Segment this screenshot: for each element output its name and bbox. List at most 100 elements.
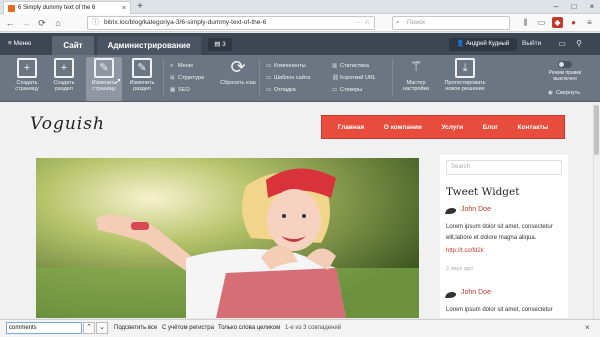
admin-menu-label: Меню bbox=[13, 40, 32, 47]
create-page-label: Создать страницу bbox=[15, 80, 39, 92]
page-add-icon: + bbox=[17, 58, 37, 78]
notifications-count: 3 bbox=[222, 41, 226, 48]
components-dropdown-label: Компоненты bbox=[274, 63, 306, 69]
home-icon[interactable]: ⌂ bbox=[52, 17, 64, 29]
edit-page-label: Изменить страницу bbox=[91, 80, 117, 92]
close-find-bar-icon[interactable]: × bbox=[585, 319, 590, 337]
settings-icon[interactable]: ▭ bbox=[555, 35, 569, 53]
toolbar-divider bbox=[163, 59, 164, 97]
user-button[interactable]: 👤 Андрей Кудный bbox=[449, 38, 517, 51]
create-page-button[interactable]: + Создать страницу bbox=[9, 57, 45, 101]
back-arrow-icon[interactable]: ← bbox=[4, 17, 16, 29]
match-case-toggle[interactable]: С учётом регистра bbox=[162, 319, 214, 337]
stickers-dropdown[interactable]: ▭ Стикеры bbox=[332, 85, 362, 95]
tab-administration[interactable]: Администрирование bbox=[97, 36, 201, 55]
find-input[interactable]: comments bbox=[6, 322, 82, 334]
info-icon[interactable]: ⓘ bbox=[92, 17, 99, 29]
chevron-down-icon: ⌄ bbox=[99, 324, 105, 331]
structure-icon: ⊞ bbox=[170, 75, 175, 81]
master-setup-label: Мастер настройки bbox=[402, 80, 430, 92]
edit-mode-label: Режим правки выключен bbox=[548, 70, 582, 82]
site-logo[interactable]: Voguish bbox=[30, 114, 105, 134]
reload-icon[interactable]: ⟳ bbox=[36, 17, 48, 29]
new-tab-button[interactable]: + bbox=[134, 1, 146, 13]
close-window-button[interactable]: × bbox=[584, 0, 600, 13]
tab-site[interactable]: Сайт bbox=[52, 36, 94, 55]
minimize-window-button[interactable]: – bbox=[548, 0, 564, 13]
debug-dropdown[interactable]: ▭ Отладка bbox=[266, 85, 296, 95]
addon-icon[interactable]: ● bbox=[568, 17, 579, 28]
find-previous-button[interactable]: ⌃ bbox=[83, 322, 95, 334]
nav-item-blog[interactable]: Блог bbox=[483, 124, 498, 131]
nav-item-about[interactable]: О компании bbox=[384, 124, 422, 131]
short-url-dropdown[interactable]: ⛓Короткий URL bbox=[332, 73, 376, 83]
edit-section-button[interactable]: ✎ Изменить раздел bbox=[124, 57, 160, 101]
statistics-dropdown[interactable]: ▥ Статистика bbox=[332, 61, 369, 71]
monitor-download-icon: ⤓ bbox=[455, 58, 475, 78]
chart-icon: ▥ bbox=[332, 63, 338, 69]
reset-cache-button[interactable]: ⟳ Сбросить кэш bbox=[220, 57, 256, 101]
components-dropdown[interactable]: ▭ Компоненты bbox=[266, 61, 306, 71]
hamburger-menu-icon[interactable]: ≡ bbox=[584, 17, 595, 28]
browser-tab-title: 6 Simply dummy text of the 6 bbox=[18, 5, 96, 11]
tweet-user[interactable]: John Doe bbox=[461, 289, 491, 296]
site-template-dropdown-label: Шаблон сайта bbox=[274, 75, 311, 81]
master-setup-button[interactable]: ⚚ Мастер настройки bbox=[396, 57, 436, 101]
tweet-date: 2 days ago bbox=[446, 266, 473, 272]
create-section-button[interactable]: + Создать раздел bbox=[46, 57, 82, 101]
user-name: Андрей Кудный bbox=[465, 41, 510, 47]
test-new-solution-button[interactable]: ⤓ Протестировать новое решение bbox=[442, 57, 488, 101]
browser-search-placeholder: Поиск bbox=[407, 19, 426, 26]
nav-item-contacts[interactable]: Контакты bbox=[518, 124, 549, 131]
site-main-nav: Главная О компании Услуги Блог Контакты bbox=[321, 115, 565, 139]
maximize-window-button[interactable]: □ bbox=[566, 0, 582, 13]
page-actions-icon[interactable]: ··· ☆ bbox=[356, 17, 370, 29]
seo-icon: ▦ bbox=[170, 87, 176, 93]
browser-search-input[interactable]: ⌕ Поиск bbox=[392, 16, 510, 30]
edit-mode-toggle[interactable] bbox=[558, 61, 572, 68]
page-edit-icon: ✎ bbox=[94, 58, 114, 78]
library-icon[interactable]: ⫼ bbox=[520, 17, 531, 28]
tweet-user[interactable]: John Doe bbox=[461, 206, 491, 213]
nav-item-services[interactable]: Услуги bbox=[441, 124, 463, 131]
refresh-icon: ⟳ bbox=[230, 57, 246, 77]
scrollbar-thumb[interactable] bbox=[594, 105, 599, 155]
folder-edit-icon: ✎ bbox=[132, 58, 152, 78]
collapse-button[interactable]: ◉ Свернуть bbox=[548, 88, 580, 98]
find-result-count: 1-е из 3 совпадений bbox=[285, 325, 342, 331]
toolbar-divider bbox=[259, 59, 260, 97]
menu-dropdown[interactable]: ≡ Меню bbox=[170, 61, 193, 71]
forward-arrow-icon[interactable]: → bbox=[20, 17, 32, 29]
pin-icon[interactable]: ⚲ bbox=[572, 35, 586, 53]
extension-icon[interactable]: ◆ bbox=[552, 17, 563, 28]
highlight-all-toggle[interactable]: Подсветить все bbox=[114, 319, 157, 337]
menu-list-icon: ≡ bbox=[170, 63, 174, 69]
sidebar-search-input[interactable]: Search bbox=[446, 160, 562, 175]
debug-icon: ▭ bbox=[266, 87, 272, 93]
find-next-button[interactable]: ⌄ bbox=[96, 322, 108, 334]
user-icon: 👤 bbox=[456, 41, 466, 47]
tweet-link[interactable]: http://t.co/fd2k bbox=[446, 248, 484, 254]
browser-nav-bar: ← → ⟳ ⌂ ⓘ bitrix.loc/blog/kategoriya-3/6… bbox=[0, 14, 600, 32]
whole-words-toggle[interactable]: Только слова целиком bbox=[218, 319, 280, 337]
edit-section-label: Изменить раздел bbox=[129, 80, 155, 92]
sticker-icon: ▭ bbox=[332, 87, 338, 93]
close-tab-icon[interactable]: × bbox=[122, 5, 126, 12]
tweet-text: Lorem ipsum dolor sit amet, consectetur … bbox=[446, 224, 553, 241]
admin-menu-button[interactable]: ≡ Меню bbox=[8, 33, 31, 55]
short-url-dropdown-label: Короткий URL bbox=[340, 75, 376, 81]
browser-tab[interactable]: 6 Simply dummy text of the 6 × bbox=[3, 1, 131, 14]
create-section-label: Создать раздел bbox=[53, 80, 75, 92]
notifications-button[interactable]: ▤ 3 bbox=[208, 38, 232, 51]
logout-link[interactable]: Выйти bbox=[522, 33, 541, 55]
structure-dropdown[interactable]: ⊞ Структура bbox=[170, 73, 204, 83]
nav-item-home[interactable]: Главная bbox=[338, 124, 364, 131]
search-icon: ⌕ bbox=[396, 19, 400, 26]
seo-button[interactable]: ▦ SEO bbox=[170, 85, 190, 95]
site-template-dropdown[interactable]: ▭ Шаблон сайта bbox=[266, 73, 310, 83]
debug-dropdown-label: Отладка bbox=[274, 87, 296, 93]
sidebar-toggle-icon[interactable]: ▭ bbox=[536, 17, 547, 28]
address-bar[interactable]: ⓘ bitrix.loc/blog/kategoriya-3/6-simply-… bbox=[87, 16, 375, 30]
blog-post-hero-image[interactable] bbox=[36, 158, 419, 318]
menu-dropdown-label: Меню bbox=[178, 63, 193, 69]
